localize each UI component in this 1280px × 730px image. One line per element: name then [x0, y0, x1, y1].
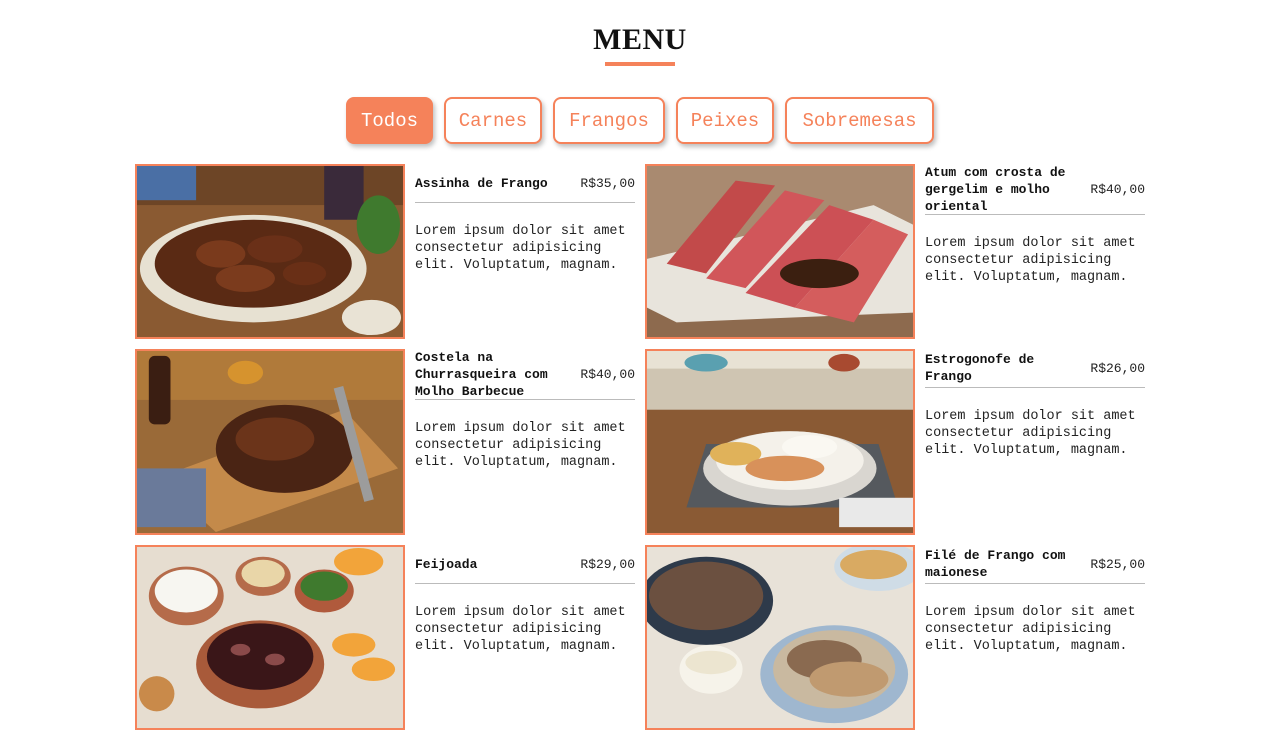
item-description: Lorem ipsum dolor sit amet consectetur a… — [415, 421, 626, 470]
item-name: Assinha de Frango — [415, 175, 548, 191]
menu-item-info: Atum com crosta de gergelim e molho orie… — [925, 164, 1145, 286]
menu-item-card: Assinha de Frango R$35,00 Lorem ipsum do… — [135, 164, 635, 339]
filter-sobremesas-button[interactable]: Sobremesas — [785, 97, 934, 144]
item-price: R$25,00 — [1090, 556, 1145, 572]
menu-item-card: Estrogonofe de Frango R$26,00 Lorem ipsu… — [645, 349, 1145, 535]
food-photo-feijoada — [135, 545, 405, 730]
menu-item-info: Estrogonofe de Frango R$26,00 Lorem ipsu… — [925, 349, 1145, 459]
item-name: Costela na Churrasqueira com Molho Barbe… — [415, 349, 548, 399]
menu-item-card: Filé de Frango com maionese R$25,00 Lore… — [645, 545, 1145, 730]
item-price: R$29,00 — [580, 556, 635, 572]
menu-item-info: Filé de Frango com maionese R$25,00 Lore… — [925, 545, 1145, 655]
filter-todos-button[interactable]: Todos — [346, 97, 433, 144]
item-price: R$26,00 — [1090, 360, 1145, 376]
menu-item-header: Feijoada R$29,00 — [415, 545, 635, 584]
food-photo-chicken-fillet — [645, 545, 915, 730]
menu-item-info: Costela na Churrasqueira com Molho Barbe… — [415, 349, 635, 471]
food-photo-tuna — [645, 164, 915, 339]
page-title: MENU — [593, 23, 687, 56]
menu-item-header: Estrogonofe de Frango R$26,00 — [925, 349, 1145, 388]
food-photo-ribs — [135, 349, 405, 535]
menu-item-info: Feijoada R$29,00 Lorem ipsum dolor sit a… — [415, 545, 635, 655]
item-description: Lorem ipsum dolor sit amet consectetur a… — [925, 236, 1136, 285]
food-photo-chicken-wings — [135, 164, 405, 339]
filter-carnes-button[interactable]: Carnes — [444, 97, 542, 144]
item-name: Feijoada — [415, 556, 478, 572]
item-price: R$40,00 — [1090, 181, 1145, 197]
menu-item-card: Feijoada R$29,00 Lorem ipsum dolor sit a… — [135, 545, 635, 730]
menu-item-header: Costela na Churrasqueira com Molho Barbe… — [415, 349, 635, 400]
item-description: Lorem ipsum dolor sit amet consectetur a… — [925, 605, 1136, 654]
menu-item-header: Filé de Frango com maionese R$25,00 — [925, 545, 1145, 584]
item-price: R$40,00 — [580, 366, 635, 382]
food-photo-stroganoff — [645, 349, 915, 535]
item-description: Lorem ipsum dolor sit amet consectetur a… — [415, 224, 626, 273]
title-underline — [605, 62, 675, 66]
item-description: Lorem ipsum dolor sit amet consectetur a… — [925, 409, 1136, 458]
menu-item-card: Costela na Churrasqueira com Molho Barbe… — [135, 349, 635, 535]
menu-item-header: Assinha de Frango R$35,00 — [415, 164, 635, 203]
item-name: Estrogonofe de Frango — [925, 352, 1035, 384]
filter-frangos-button[interactable]: Frangos — [553, 97, 665, 144]
filter-peixes-button[interactable]: Peixes — [676, 97, 774, 144]
item-name: Filé de Frango com maionese — [925, 548, 1066, 580]
item-price: R$35,00 — [580, 175, 635, 191]
item-description: Lorem ipsum dolor sit amet consectetur a… — [415, 605, 626, 654]
menu-header: MENU — [0, 22, 1280, 66]
category-filter-bar: Todos Carnes Frangos Peixes Sobremesas — [0, 97, 1280, 144]
item-name: Atum com crosta de gergelim e molho orie… — [925, 164, 1066, 214]
menu-item-info: Assinha de Frango R$35,00 Lorem ipsum do… — [415, 164, 635, 274]
menu-item-card: Atum com crosta de gergelim e molho orie… — [645, 164, 1145, 339]
menu-item-header: Atum com crosta de gergelim e molho orie… — [925, 164, 1145, 215]
